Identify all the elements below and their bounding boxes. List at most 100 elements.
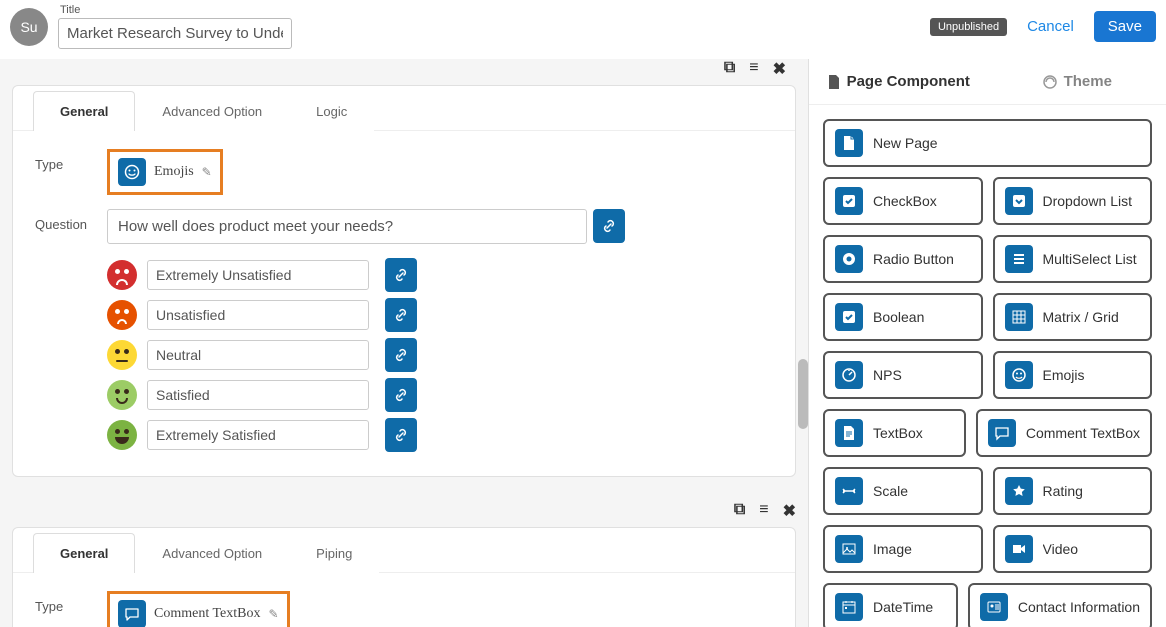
component-label: MultiSelect List xyxy=(1043,251,1137,267)
tab-page-component[interactable]: Page Component xyxy=(809,59,988,104)
tab-label: Theme xyxy=(1064,73,1112,90)
component-contact[interactable]: Contact Information xyxy=(968,583,1152,627)
tab-logic[interactable]: Logic xyxy=(289,91,374,131)
component-comment[interactable]: Comment TextBox xyxy=(976,409,1152,457)
datetime-icon xyxy=(835,593,863,621)
component-checkbox[interactable]: CheckBox xyxy=(823,177,983,225)
radio-icon xyxy=(835,245,863,273)
list-icon xyxy=(1005,245,1033,273)
rating-icon xyxy=(1005,477,1033,505)
tab-label: Page Component xyxy=(847,73,970,90)
link-button[interactable] xyxy=(385,258,417,292)
option-input[interactable] xyxy=(147,380,369,410)
option-row xyxy=(107,338,773,372)
tab-theme[interactable]: Theme xyxy=(988,59,1166,104)
component-emoji[interactable]: Emojis xyxy=(993,351,1153,399)
q2-toolbar: ⧉ ≡ ✖ xyxy=(12,495,796,527)
cancel-button[interactable]: Cancel xyxy=(1027,18,1074,35)
component-label: CheckBox xyxy=(873,193,937,209)
tab-advanced[interactable]: Advanced Option xyxy=(135,91,289,131)
editor-pane: ⧉ ≡ ✖ General Advanced Option Logic Type… xyxy=(0,59,808,627)
page-icon xyxy=(835,129,863,157)
emoji-icon xyxy=(118,158,146,186)
title-input[interactable] xyxy=(58,18,292,49)
component-nps[interactable]: NPS xyxy=(823,351,983,399)
component-label: Radio Button xyxy=(873,251,954,267)
copy-icon[interactable]: ⧉ xyxy=(724,59,735,79)
q1-toolbar: ⧉ ≡ ✖ xyxy=(12,59,796,85)
link-button[interactable] xyxy=(593,209,625,243)
scrollbar-thumb[interactable] xyxy=(798,359,808,429)
contact-icon xyxy=(980,593,1008,621)
option-row xyxy=(107,378,773,412)
option-row xyxy=(107,298,773,332)
save-button[interactable]: Save xyxy=(1094,11,1156,42)
scale-icon xyxy=(835,477,863,505)
option-input[interactable] xyxy=(147,340,369,370)
video-icon xyxy=(1005,535,1033,563)
sidebar: Page Component Theme New Page CheckBox D… xyxy=(808,59,1166,627)
avatar[interactable]: Su xyxy=(10,8,48,46)
tab-general[interactable]: General xyxy=(33,91,135,131)
type-selector-comment[interactable]: Comment TextBox ✎ xyxy=(107,591,290,627)
option-row xyxy=(107,258,773,292)
option-input[interactable] xyxy=(147,300,369,330)
tab-piping[interactable]: Piping xyxy=(289,533,379,573)
tab-general[interactable]: General xyxy=(33,533,135,573)
component-textbox[interactable]: TextBox xyxy=(823,409,966,457)
component-page[interactable]: New Page xyxy=(823,119,1152,167)
menu-icon[interactable]: ≡ xyxy=(749,59,758,79)
emoji-face-4 xyxy=(107,420,137,450)
q2-tabs: General Advanced Option Piping xyxy=(13,528,795,573)
link-button[interactable] xyxy=(385,378,417,412)
pencil-icon: ✎ xyxy=(268,607,278,621)
emoji-icon xyxy=(1005,361,1033,389)
close-icon[interactable]: ✖ xyxy=(773,59,786,79)
q1-tabs: General Advanced Option Logic xyxy=(13,86,795,131)
close-icon[interactable]: ✖ xyxy=(783,501,796,521)
component-datetime[interactable]: DateTime xyxy=(823,583,958,627)
emoji-face-3 xyxy=(107,380,137,410)
copy-icon[interactable]: ⧉ xyxy=(734,501,745,521)
component-rating[interactable]: Rating xyxy=(993,467,1153,515)
component-image[interactable]: Image xyxy=(823,525,983,573)
comment-icon xyxy=(118,600,146,627)
menu-icon[interactable]: ≡ xyxy=(759,501,768,521)
type-label: Type xyxy=(35,591,107,614)
link-button[interactable] xyxy=(385,418,417,452)
type-selector-emojis[interactable]: Emojis ✎ xyxy=(107,149,223,195)
component-label: Scale xyxy=(873,483,908,499)
title-label: Title xyxy=(60,4,292,16)
component-scale[interactable]: Scale xyxy=(823,467,983,515)
component-label: Image xyxy=(873,541,912,557)
component-list[interactable]: MultiSelect List xyxy=(993,235,1153,283)
component-dropdown[interactable]: Dropdown List xyxy=(993,177,1153,225)
component-label: Contact Information xyxy=(1018,599,1140,615)
component-label: DateTime xyxy=(873,599,933,615)
component-boolean[interactable]: Boolean xyxy=(823,293,983,341)
component-label: Rating xyxy=(1043,483,1083,499)
type-value: Emojis xyxy=(154,164,194,180)
grid-icon xyxy=(1005,303,1033,331)
option-input[interactable] xyxy=(147,260,369,290)
unpublished-badge: Unpublished xyxy=(930,18,1007,36)
link-button[interactable] xyxy=(385,338,417,372)
component-label: Comment TextBox xyxy=(1026,425,1140,441)
emoji-face-2 xyxy=(107,340,137,370)
boolean-icon xyxy=(835,303,863,331)
pencil-icon: ✎ xyxy=(202,165,212,179)
component-grid[interactable]: Matrix / Grid xyxy=(993,293,1153,341)
link-button[interactable] xyxy=(385,298,417,332)
component-video[interactable]: Video xyxy=(993,525,1153,573)
component-label: New Page xyxy=(873,135,938,151)
question-label: Question xyxy=(35,209,107,232)
image-icon xyxy=(835,535,863,563)
comment-icon xyxy=(988,419,1016,447)
option-input[interactable] xyxy=(147,420,369,450)
tab-advanced[interactable]: Advanced Option xyxy=(135,533,289,573)
option-row xyxy=(107,418,773,452)
question-input[interactable] xyxy=(107,209,587,244)
question-card-comment: General Advanced Option Piping Type Comm… xyxy=(12,527,796,627)
component-radio[interactable]: Radio Button xyxy=(823,235,983,283)
nps-icon xyxy=(835,361,863,389)
